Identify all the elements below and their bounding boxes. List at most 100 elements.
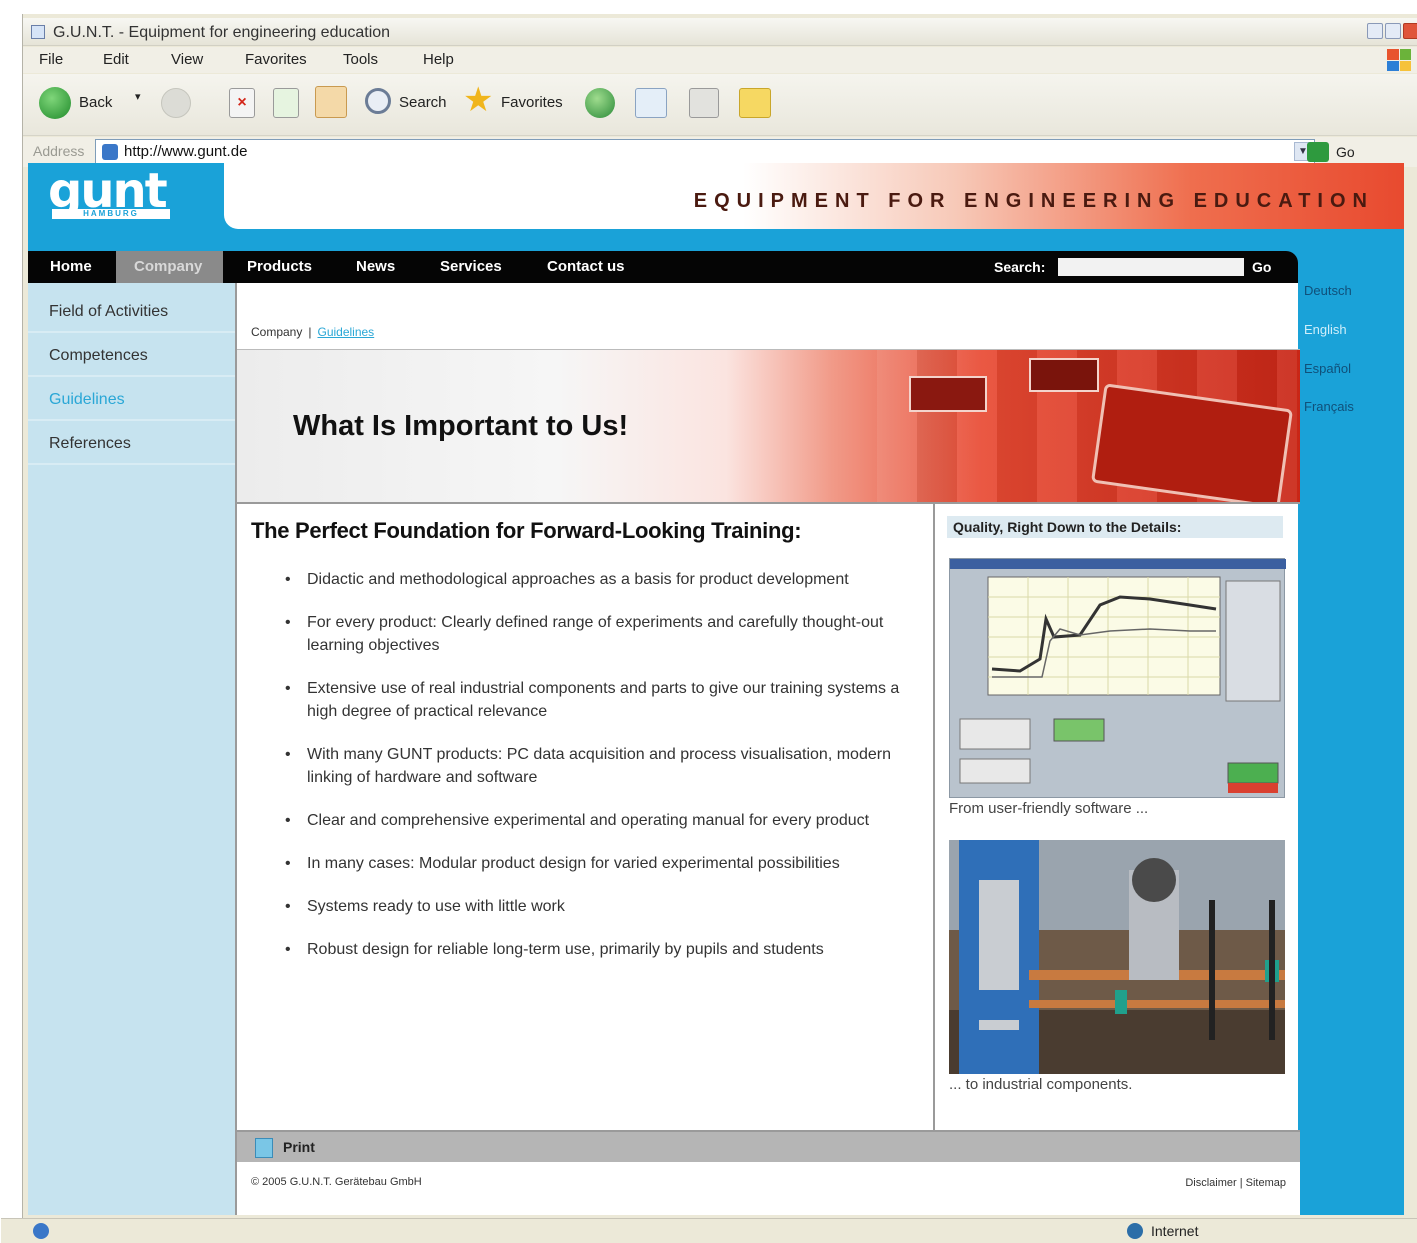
nav-home[interactable]: Home — [36, 251, 106, 283]
list-item: With many GUNT products: PC data acquisi… — [281, 743, 931, 789]
print-icon[interactable] — [689, 88, 719, 118]
site-search-input[interactable] — [1058, 258, 1244, 276]
logo-subtitle: HAMBURG — [52, 209, 170, 219]
lang-deutsch[interactable]: Deutsch — [1304, 283, 1352, 298]
hero-banner: What Is Important to Us! — [237, 349, 1300, 504]
list-item: Didactic and methodological approaches a… — [281, 568, 931, 591]
nav-news[interactable]: News — [342, 251, 409, 283]
menu-tools[interactable]: Tools — [343, 51, 378, 68]
hero-title: What Is Important to Us! — [293, 410, 629, 442]
window-title: G.U.N.T. - Equipment for engineering edu… — [53, 24, 391, 41]
maximize-button[interactable] — [1385, 23, 1401, 39]
main-content: Company | Guidelines What Is Important to … — [235, 283, 1300, 1215]
software-screenshot-image — [949, 558, 1286, 798]
toolbar: Back ▾ × Search ★ Favorites — [23, 74, 1417, 136]
logo-box[interactable]: gunt HAMBURG — [28, 163, 224, 229]
windows-logo-icon — [1387, 49, 1411, 71]
copyright-text: © 2005 G.U.N.T. Gerätebau GmbH — [251, 1176, 422, 1188]
list-item: In many cases: Modular product design fo… — [281, 852, 931, 875]
industrial-caption: ... to industrial components. — [949, 1076, 1133, 1093]
menu-view[interactable]: View — [171, 51, 203, 68]
main-column: The Perfect Foundation for Forward-Looki… — [237, 504, 935, 1130]
lang-english[interactable]: English — [1304, 322, 1347, 337]
refresh-icon[interactable] — [273, 88, 299, 118]
sidebar: Field of Activities Competences Guidelin… — [28, 283, 235, 1215]
side-column: Quality, Right Down to the Details: From… — [937, 504, 1300, 1130]
sidebar-item-references[interactable]: References — [28, 423, 235, 465]
site-header: gunt HAMBURG EQUIPMENT FOR ENGINEERING E… — [28, 163, 1404, 229]
page-status-icon — [33, 1223, 49, 1239]
lang-francais[interactable]: Français — [1304, 399, 1354, 414]
print-page-icon[interactable] — [255, 1138, 273, 1158]
messenger-icon[interactable] — [739, 88, 771, 118]
address-input[interactable]: http://www.gunt.de ▼ — [95, 139, 1315, 164]
mail-icon[interactable] — [635, 88, 667, 118]
industrial-photo-graphic — [949, 840, 1285, 1074]
print-bar: Print — [237, 1130, 1300, 1162]
minimize-button[interactable] — [1367, 23, 1383, 39]
stop-icon[interactable]: × — [229, 88, 255, 118]
section-heading: The Perfect Foundation for Forward-Looki… — [251, 518, 802, 543]
breadcrumb-separator: | — [308, 325, 312, 339]
nav-company[interactable]: Company — [116, 251, 223, 283]
list-item: Systems ready to use with little work — [281, 895, 931, 918]
history-icon[interactable] — [585, 88, 615, 118]
list-item: Robust design for reliable long-term use… — [281, 938, 931, 961]
software-caption: From user-friendly software ... — [949, 800, 1149, 817]
footer-links[interactable]: Disclaimer | Sitemap — [1185, 1177, 1286, 1189]
sidebar-item-guidelines[interactable]: Guidelines — [28, 379, 235, 421]
breadcrumb-company[interactable]: Company — [251, 325, 302, 339]
nav-services[interactable]: Services — [426, 251, 516, 283]
print-button[interactable]: Print — [283, 1139, 315, 1155]
site-tagline: EQUIPMENT FOR ENGINEERING EDUCATION — [693, 190, 1374, 212]
breadcrumb: Company | Guidelines — [251, 325, 374, 339]
home-icon[interactable] — [315, 86, 347, 118]
menu-bar: File Edit View Favorites Tools Help — [23, 47, 1417, 73]
nav-contact[interactable]: Contact us — [533, 251, 639, 283]
go-button-label[interactable]: Go — [1336, 144, 1355, 160]
sidebar-item-field-of-activities[interactable]: Field of Activities — [28, 291, 235, 333]
page-favicon-icon — [102, 144, 118, 160]
search-go-button[interactable]: Go — [1252, 251, 1271, 283]
back-arrow-icon[interactable] — [39, 87, 71, 119]
back-dropdown-icon[interactable]: ▾ — [135, 90, 141, 103]
breadcrumb-guidelines[interactable]: Guidelines — [317, 325, 374, 339]
lang-espanol[interactable]: Español — [1304, 361, 1351, 376]
address-url[interactable]: http://www.gunt.de — [124, 143, 247, 160]
forward-arrow-icon[interactable] — [161, 88, 191, 118]
title-bar: G.U.N.T. - Equipment for engineering edu… — [23, 18, 1417, 46]
go-arrow-icon[interactable] — [1307, 142, 1329, 162]
favorites-star-icon[interactable]: ★ — [463, 80, 493, 120]
security-zone-label: Internet — [1151, 1223, 1199, 1239]
menu-help[interactable]: Help — [423, 51, 454, 68]
header-banner: EQUIPMENT FOR ENGINEERING EDUCATION — [224, 163, 1404, 229]
sidebar-item-competences[interactable]: Competences — [28, 335, 235, 377]
favorites-button-label[interactable]: Favorites — [501, 94, 563, 111]
back-button-label[interactable]: Back — [79, 94, 112, 111]
menu-edit[interactable]: Edit — [103, 51, 129, 68]
search-label: Search: — [994, 259, 1046, 275]
menu-file[interactable]: File — [39, 51, 63, 68]
main-navigation: Home Company Products News Services Cont… — [28, 251, 1298, 283]
site-footer: © 2005 G.U.N.T. Gerätebau GmbH Disclaime… — [237, 1162, 1300, 1215]
feature-list: Didactic and methodological approaches a… — [281, 568, 931, 981]
ie-page-icon — [31, 25, 45, 39]
gunt-logo: gunt — [48, 163, 168, 219]
industrial-components-image — [949, 840, 1285, 1074]
software-chart-graphic — [950, 559, 1286, 793]
hero-display-panel-2 — [1029, 358, 1099, 392]
side-heading: Quality, Right Down to the Details: — [947, 516, 1283, 538]
list-item: For every product: Clearly defined range… — [281, 611, 931, 657]
menu-favorites[interactable]: Favorites — [245, 51, 307, 68]
list-item: Extensive use of real industrial compone… — [281, 677, 931, 723]
address-label: Address — [33, 143, 85, 159]
close-button[interactable] — [1403, 23, 1417, 39]
search-button-label[interactable]: Search — [399, 94, 447, 111]
search-icon[interactable] — [365, 88, 391, 114]
list-item: Clear and comprehensive experimental and… — [281, 809, 931, 832]
nav-products[interactable]: Products — [233, 251, 326, 283]
hero-display-panel — [909, 376, 987, 412]
internet-zone-icon — [1127, 1223, 1143, 1239]
status-bar: Internet — [1, 1218, 1417, 1243]
web-page: gunt HAMBURG EQUIPMENT FOR ENGINEERING E… — [28, 163, 1404, 1215]
